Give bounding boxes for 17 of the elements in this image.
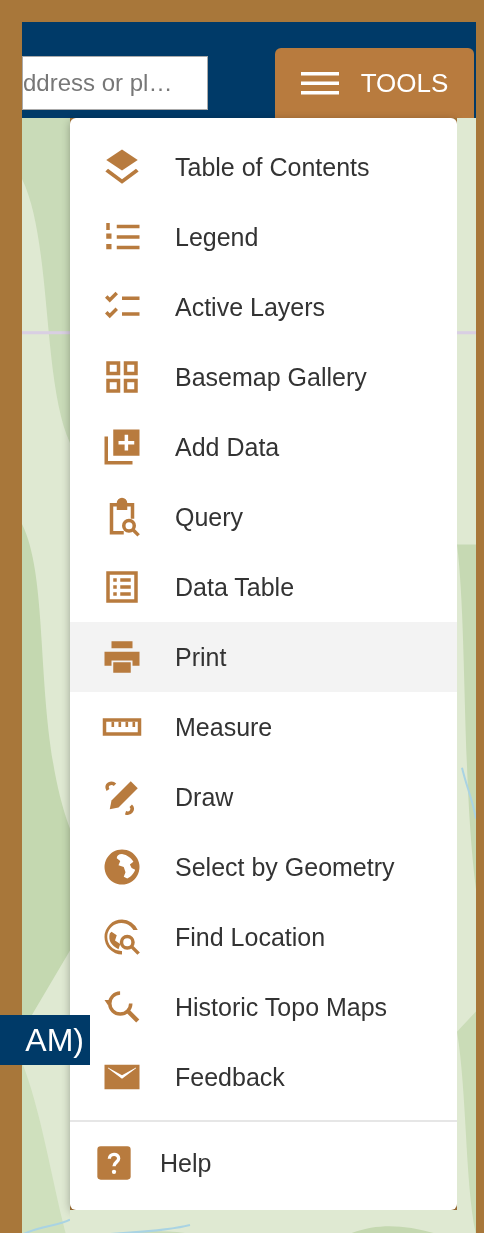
menu-icon — [300, 71, 339, 95]
search-field[interactable]: ddress or pl… — [22, 56, 208, 110]
menu-item[interactable]: Help — [70, 1128, 457, 1198]
menu-item[interactable]: Draw — [70, 762, 457, 832]
menu-item[interactable]: Query — [70, 482, 457, 552]
menu-item[interactable]: Basemap Gallery — [70, 342, 457, 412]
menu-item[interactable]: Add Data — [70, 412, 457, 482]
help-icon — [94, 1143, 134, 1183]
menu-item[interactable]: Table of Contents — [70, 132, 457, 202]
tools-button[interactable]: TOOLS — [275, 48, 474, 118]
menu-item[interactable]: Print — [70, 622, 457, 692]
menu-item[interactable]: Find Location — [70, 902, 457, 972]
menu-item[interactable]: Legend — [70, 202, 457, 272]
menu-item[interactable]: Data Table — [70, 552, 457, 622]
menu-item[interactable]: Measure — [70, 692, 457, 762]
menu-item[interactable]: Select by Geometry — [70, 832, 457, 902]
menu-item[interactable]: Active Layers — [70, 272, 457, 342]
